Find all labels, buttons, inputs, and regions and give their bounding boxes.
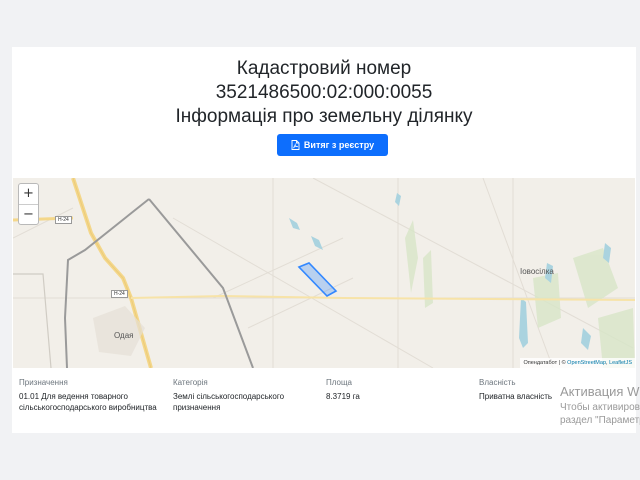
zoom-out-button[interactable]: −: [19, 205, 38, 225]
area-label: Площа: [326, 378, 352, 387]
registry-extract-label: Витяг з реєстру: [303, 140, 375, 150]
attribution-prefix: Опендатабот | ©: [523, 360, 568, 366]
info-purpose: Призначення 01.01 Для ведення товарного …: [19, 377, 164, 413]
pdf-file-icon: [291, 140, 300, 150]
title-parcel-info: Інформація про земельну ділянку: [175, 106, 473, 127]
road-label-h24-top: H-24: [55, 216, 72, 224]
map-attribution: Опендатабот | © OpenStreetMap, LeafletJS: [520, 358, 635, 368]
activation-text: Чтобы активировать Windows, перейдите в: [560, 402, 640, 413]
road-label-h24-middle: H-24: [111, 290, 128, 298]
parcel-card: Кадастровий номер 3521486500:02:000:0055…: [12, 47, 636, 433]
place-label-odaia: Одая: [114, 331, 134, 340]
registry-extract-button[interactable]: Витяг з реєстру: [277, 134, 388, 156]
zoom-in-button[interactable]: +: [19, 184, 38, 204]
place-label-iovosilka: Іовосілка: [520, 267, 554, 276]
activation-settings-text: раздел "Параметры".: [560, 415, 640, 426]
area-value: 8.3719 га: [326, 392, 360, 401]
windows-activation-watermark: Активация Windows Чтобы активировать Win…: [560, 384, 640, 427]
zoom-control: + −: [18, 183, 39, 225]
parcel-info-row: Призначення 01.01 Для ведення товарного …: [12, 377, 636, 433]
purpose-value: 01.01 Для ведення товарного сільськогосп…: [19, 392, 157, 412]
category-value: Землі сільськогосподарського призначення: [173, 392, 285, 412]
attribution-leaflet-link[interactable]: LeafletJS: [609, 360, 632, 366]
activation-title: Активация Windows: [560, 384, 640, 399]
page-title: Кадастровий номер 3521486500:02:000:0055…: [12, 57, 636, 129]
title-cadastral-number: 3521486500:02:000:0055: [215, 82, 433, 103]
parcel-map[interactable]: H-24 H-24 Одая Іовосілка + − Опендатабот…: [13, 178, 635, 368]
info-category: Категорія Землі сільськогосподарського п…: [173, 377, 303, 413]
purpose-label: Призначення: [19, 378, 68, 387]
title-cadastral-label: Кадастровий номер: [236, 58, 412, 79]
info-area: Площа 8.3719 га: [326, 377, 466, 402]
category-label: Категорія: [173, 378, 208, 387]
attribution-osm-link[interactable]: OpenStreetMap: [567, 360, 606, 366]
